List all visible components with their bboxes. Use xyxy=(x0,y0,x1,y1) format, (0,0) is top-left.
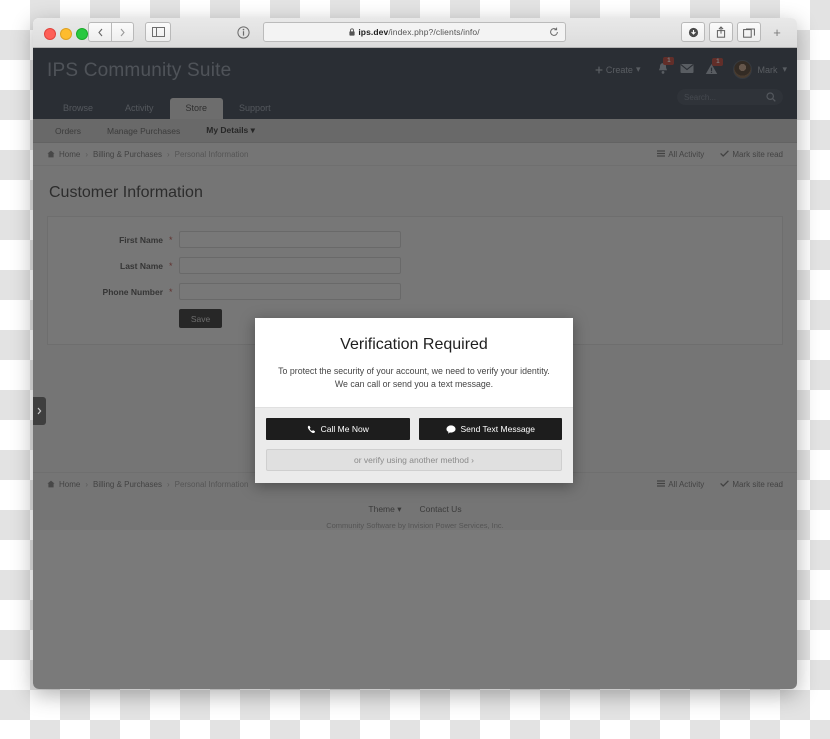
share-icon xyxy=(716,26,726,38)
chevron-left-icon xyxy=(97,28,104,37)
url-domain: ips.dev xyxy=(358,27,389,37)
verification-modal: Verification Required To protect the sec… xyxy=(255,318,573,484)
side-panel-handle[interactable] xyxy=(33,397,46,425)
modal-description: To protect the security of your account,… xyxy=(278,366,550,390)
lock-icon xyxy=(349,28,355,36)
modal-header: Verification Required To protect the sec… xyxy=(255,318,573,408)
screenshot-root: ips.dev/index.php?/clients/info/ + Verif… xyxy=(0,0,830,739)
info-circle-icon xyxy=(236,25,250,39)
minimize-window-button[interactable] xyxy=(60,28,72,40)
call-me-now-label: Call Me Now xyxy=(320,424,369,435)
download-icon xyxy=(688,27,699,38)
chevron-right-icon xyxy=(37,407,42,415)
call-me-now-button[interactable]: Call Me Now xyxy=(266,418,410,441)
show-tabs-button[interactable] xyxy=(737,22,761,42)
url-path: /index.php?/clients/info/ xyxy=(388,27,480,37)
reload-icon[interactable] xyxy=(549,27,559,37)
modal-action-row: Call Me Now Send Text Message xyxy=(266,418,562,441)
address-text: ips.dev/index.php?/clients/info/ xyxy=(358,27,479,37)
phone-icon xyxy=(307,425,316,434)
modal-title: Verification Required xyxy=(340,336,488,353)
sidebar-icon xyxy=(151,27,165,37)
modal-footer: Call Me Now Send Text Message or verify … xyxy=(255,407,573,484)
address-bar[interactable]: ips.dev/index.php?/clients/info/ xyxy=(263,22,566,42)
send-text-message-button[interactable]: Send Text Message xyxy=(418,418,562,441)
forward-button[interactable] xyxy=(111,22,134,42)
maximize-window-button[interactable] xyxy=(76,28,88,40)
share-button[interactable] xyxy=(709,22,733,42)
chevron-right-icon xyxy=(119,28,126,37)
send-text-message-label: Send Text Message xyxy=(460,424,536,435)
sidebar-toggle-button[interactable] xyxy=(145,22,171,42)
toolbar-right-group: + xyxy=(681,22,789,42)
browser-toolbar: ips.dev/index.php?/clients/info/ + xyxy=(33,18,797,48)
browser-window: ips.dev/index.php?/clients/info/ + Verif… xyxy=(33,18,797,689)
page-info-button[interactable] xyxy=(232,22,254,42)
tabs-icon xyxy=(743,27,755,38)
back-button[interactable] xyxy=(88,22,111,42)
chat-bubble-icon xyxy=(445,425,456,434)
new-tab-button[interactable]: + xyxy=(765,22,789,42)
downloads-button[interactable] xyxy=(681,22,705,42)
alternate-method-button[interactable]: or verify using another method › xyxy=(266,449,562,472)
close-window-button[interactable] xyxy=(44,28,56,40)
web-page: IPS Community Suite Create ▾ 1 xyxy=(33,48,797,689)
